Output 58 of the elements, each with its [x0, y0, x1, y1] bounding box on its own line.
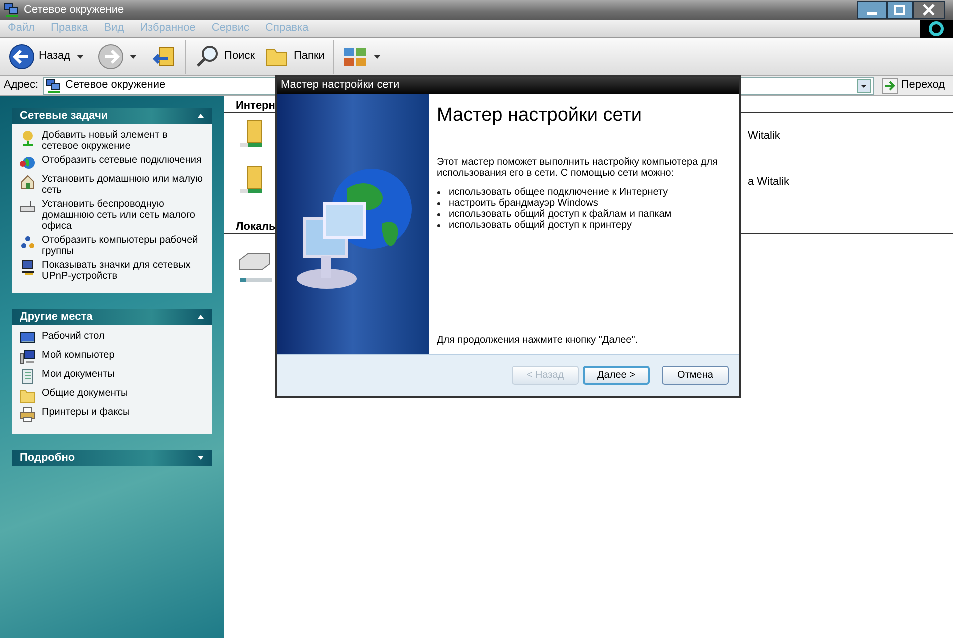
- panel-header[interactable]: Подробно: [12, 450, 212, 466]
- bullet-icon: [437, 224, 441, 228]
- address-label: Адрес:: [4, 78, 39, 94]
- restore-icon[interactable]: [887, 1, 913, 19]
- task-link[interactable]: Отобразить компьютеры рабочей группы: [42, 235, 204, 257]
- folders-button[interactable]: Папки: [259, 40, 329, 74]
- dropdown-caret-icon[interactable]: [130, 54, 137, 58]
- task-link[interactable]: Принтеры и факсы: [42, 407, 130, 418]
- collapse-chevron-icon: [198, 114, 204, 118]
- document-icon: [20, 369, 36, 385]
- printer-icon: [20, 407, 36, 423]
- dialog-title: Мастер настройки сети: [277, 77, 739, 94]
- folder-icon: [20, 388, 36, 404]
- task-link[interactable]: Добавить новый элемент в сетевое окружение: [42, 130, 204, 152]
- task-link[interactable]: Установить беспроводную домашнюю сеть или сеть малого офиса: [42, 199, 204, 232]
- bullet-icon: [437, 212, 441, 216]
- bullet-item: использовать общий доступ к принтеру: [449, 220, 632, 230]
- bullet-item: настроить брандмауэр Windows: [449, 198, 598, 208]
- dropdown-caret-icon[interactable]: [857, 78, 872, 92]
- network-computers-icon: [4, 3, 20, 17]
- globe-icon: [20, 155, 36, 171]
- item-label[interactable]: Witalik: [748, 128, 780, 144]
- panel-header[interactable]: Другие места: [12, 309, 212, 325]
- back-button[interactable]: Назад: [4, 40, 75, 74]
- task-link[interactable]: Общие документы: [42, 388, 128, 399]
- minimize-icon[interactable]: [857, 1, 887, 19]
- network-computers-icon: [46, 78, 62, 92]
- monitor-icon: [20, 260, 36, 276]
- task-link[interactable]: Отобразить сетевые подключения: [42, 155, 202, 166]
- computer-icon: [20, 350, 36, 366]
- continue-hint: Для продолжения нажмите кнопку "Далее".: [437, 335, 640, 346]
- item-label[interactable]: a Witalik: [748, 174, 790, 190]
- task-link[interactable]: Мой компьютер: [42, 350, 115, 361]
- search-button[interactable]: Поиск: [190, 40, 260, 74]
- task-link[interactable]: Мои документы: [42, 369, 115, 380]
- bullet-item: использовать общее подключение к Интернету: [449, 186, 668, 198]
- expand-chevron-icon: [198, 456, 204, 460]
- network-add-icon: [20, 130, 36, 146]
- router-icon: [20, 199, 36, 215]
- intro-text: Этот мастер поможет выполнить настройку компьютера для использования его в сети. С помощью сети можно:: [437, 156, 719, 178]
- bullet-icon: [437, 190, 441, 194]
- people-icon: [20, 235, 36, 251]
- close-icon[interactable]: [913, 1, 945, 19]
- task-link[interactable]: Установить домашнюю или малую сеть: [42, 174, 204, 196]
- house-icon: [20, 174, 36, 190]
- collapse-chevron-icon: [198, 315, 204, 319]
- ring-logo-icon: [920, 20, 953, 38]
- go-button[interactable]: Переход: [878, 76, 949, 94]
- wizard-button[interactable]: Отмена: [662, 366, 729, 385]
- dropdown-caret-icon[interactable]: [76, 54, 84, 58]
- bullet-item: использовать общий доступ к файлам и папкам: [449, 208, 672, 220]
- wizard-button[interactable]: Далее >: [583, 366, 650, 385]
- bullet-icon: [437, 202, 441, 206]
- task-link[interactable]: Показывать значки для сетевых UPnP-устройств: [42, 260, 204, 282]
- window-title: Сетевое окружение: [24, 2, 126, 18]
- dropdown-caret-icon[interactable]: [374, 54, 381, 58]
- panel-header[interactable]: Сетевые задачи: [12, 108, 212, 124]
- task-link[interactable]: Рабочий стол: [42, 331, 105, 342]
